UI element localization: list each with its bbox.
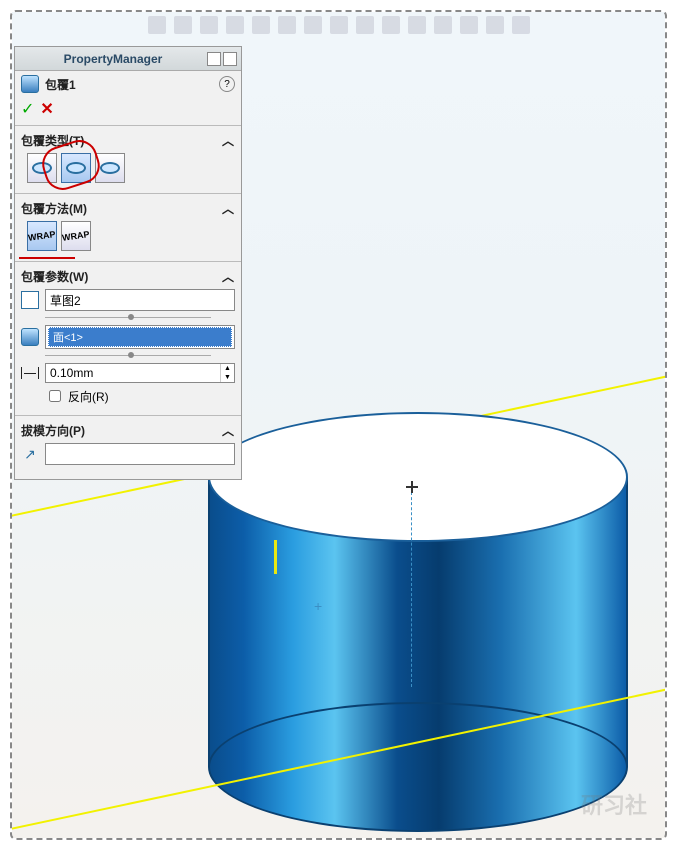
feature-name: 包覆1 — [45, 76, 213, 93]
toolbar-icon[interactable] — [356, 16, 374, 34]
range-scrubber[interactable] — [45, 353, 211, 359]
thickness-value[interactable] — [46, 364, 220, 382]
toolbar-icon[interactable] — [278, 16, 296, 34]
watermark: 研习社 — [581, 788, 647, 820]
pm-title: PropertyManager — [19, 52, 207, 66]
section-label: 包覆参数(W) — [21, 268, 88, 285]
source-sketch-field[interactable]: 草图2 — [45, 289, 235, 311]
reverse-label: 反向(R) — [68, 388, 109, 405]
face-icon — [21, 328, 39, 346]
spin-up-button[interactable]: ▲ — [220, 364, 234, 373]
section-label: 拔模方向(P) — [21, 422, 85, 439]
origin-icon — [406, 481, 418, 493]
chevron-up-icon[interactable]: ︿ — [221, 202, 235, 216]
toolbar-icon[interactable] — [174, 16, 192, 34]
section-label: 包覆方法(M) — [21, 200, 87, 217]
section-wrap-method: 包覆方法(M) ︿ WRAP WRAP — [15, 194, 241, 262]
pm-expand-icon[interactable] — [207, 52, 221, 66]
toolbar-icon[interactable] — [512, 16, 530, 34]
viewport-toolbar — [12, 16, 665, 38]
range-scrubber[interactable] — [45, 315, 211, 321]
wrap-face-field[interactable]: 面<1> — [45, 325, 235, 349]
section-label: 包覆类型(T) — [21, 132, 84, 149]
pin-icon[interactable] — [223, 52, 237, 66]
toolbar-icon[interactable] — [382, 16, 400, 34]
pm-feature-row: 包覆1 ? — [15, 71, 241, 97]
wrap-type-scribe-button[interactable] — [95, 153, 125, 183]
cylinder-top-face[interactable] — [208, 412, 628, 542]
wrap-feature-icon — [21, 75, 39, 93]
section-draft-direction: 拔模方向(P) ︿ ↗ — [15, 416, 241, 479]
axis-line — [411, 487, 412, 687]
toolbar-icon[interactable] — [486, 16, 504, 34]
annotation-underline — [19, 257, 75, 259]
section-wrap-params: 包覆参数(W) ︿ 草图2 面<1> — [15, 262, 241, 416]
toolbar-icon[interactable] — [252, 16, 270, 34]
model-cylinder[interactable] — [208, 412, 628, 792]
wrap-type-emboss-button[interactable] — [27, 153, 57, 183]
cancel-button[interactable]: ✕ — [40, 99, 53, 119]
plane-edge-vertical — [274, 540, 277, 574]
cylinder-bottom[interactable] — [208, 702, 628, 832]
wrap-method-spline-button[interactable]: WRAP — [61, 221, 91, 251]
wrap-method-analytical-button[interactable]: WRAP — [27, 221, 57, 251]
toolbar-icon[interactable] — [434, 16, 452, 34]
spin-down-button[interactable]: ▼ — [220, 373, 234, 382]
toolbar-icon[interactable] — [460, 16, 478, 34]
selected-face-chip[interactable]: 面<1> — [48, 327, 232, 347]
center-mark-icon: + — [314, 598, 322, 614]
chevron-up-icon[interactable]: ︿ — [221, 134, 235, 148]
pm-confirm-row: ✓ ✕ — [15, 97, 241, 126]
toolbar-icon[interactable] — [304, 16, 322, 34]
reverse-checkbox[interactable] — [49, 390, 61, 402]
toolbar-icon[interactable] — [200, 16, 218, 34]
toolbar-icon[interactable] — [330, 16, 348, 34]
sketch-icon — [21, 291, 39, 309]
thickness-icon — [21, 364, 39, 382]
toolbar-icon[interactable] — [148, 16, 166, 34]
thickness-input[interactable]: ▲ ▼ — [45, 363, 235, 383]
toolbar-icon[interactable] — [226, 16, 244, 34]
direction-arrow-icon[interactable]: ↗ — [21, 445, 39, 463]
ok-button[interactable]: ✓ — [21, 99, 34, 119]
chevron-up-icon[interactable]: ︿ — [221, 424, 235, 438]
chevron-up-icon[interactable]: ︿ — [221, 270, 235, 284]
field-value: 草图2 — [50, 292, 81, 309]
toolbar-icon[interactable] — [408, 16, 426, 34]
section-wrap-type: 包覆类型(T) ︿ — [15, 126, 241, 194]
property-manager-panel: PropertyManager 包覆1 ? ✓ ✕ 包覆类型(T) ︿ — [14, 46, 242, 480]
wrap-type-deboss-button[interactable] — [61, 153, 91, 183]
help-icon[interactable]: ? — [219, 76, 235, 92]
draft-direction-field[interactable] — [45, 443, 235, 465]
pm-header: PropertyManager — [15, 47, 241, 71]
